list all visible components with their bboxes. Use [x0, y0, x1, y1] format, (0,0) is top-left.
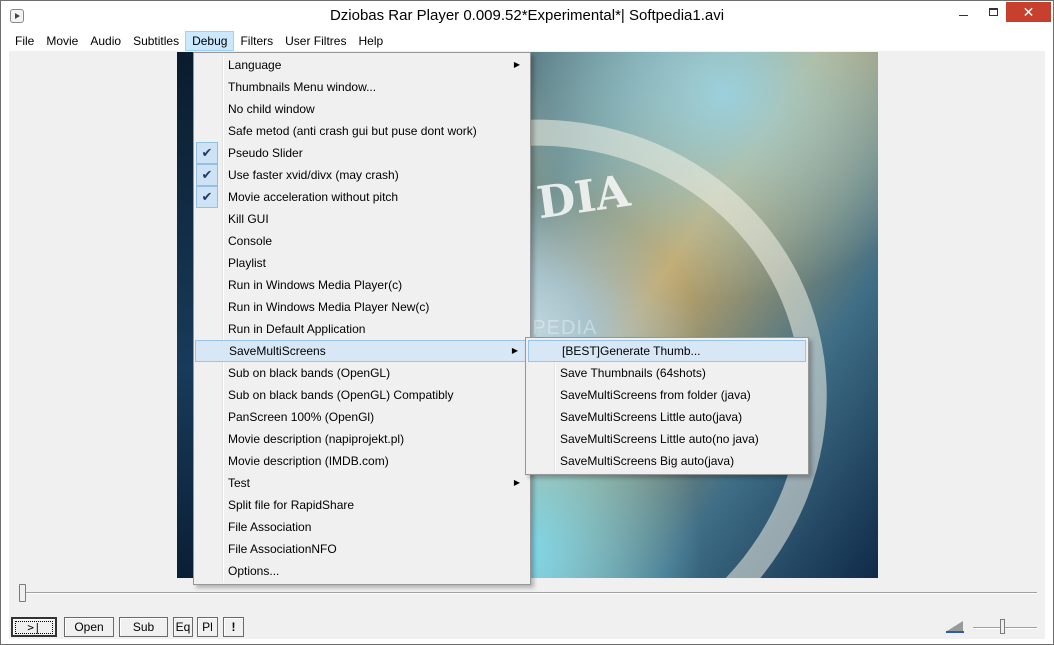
menu-item-label: Run in Windows Media Player New(c): [228, 300, 430, 314]
menu-filters[interactable]: Filters: [234, 31, 279, 51]
debug-menu-item-file-associationnfo[interactable]: File AssociationNFO: [194, 538, 530, 560]
checkmark-icon: ✔: [196, 186, 218, 208]
menu-item-label: File Association: [228, 520, 312, 534]
eq-button[interactable]: Eq: [173, 617, 193, 637]
menu-item-label: File AssociationNFO: [228, 542, 337, 556]
volume-icon[interactable]: [946, 619, 964, 635]
debug-menu-item-thumbnails-menu-window[interactable]: Thumbnails Menu window...: [194, 76, 530, 98]
menu-item-label: SaveMultiScreens from folder (java): [560, 388, 751, 402]
title-bar[interactable]: Dziobas Rar Player 0.009.52*Experimental…: [1, 1, 1053, 31]
sub-button[interactable]: Sub: [119, 617, 168, 637]
menu-item-label: Kill GUI: [228, 212, 269, 226]
debug-menu-item-test[interactable]: Test ▶: [194, 472, 530, 494]
menu-item-label: Pseudo Slider: [228, 146, 303, 160]
submenu-item-save-thumbnails-64shots[interactable]: Save Thumbnails (64shots): [526, 362, 808, 384]
menu-item-label: Playlist: [228, 256, 267, 270]
debug-menu-item-language[interactable]: Language ▶: [194, 54, 530, 76]
close-button[interactable]: ✕: [1006, 2, 1051, 22]
menu-user-filtres[interactable]: User Filtres: [279, 31, 352, 51]
seek-thumb[interactable]: [19, 584, 26, 602]
menu-movie[interactable]: Movie: [40, 31, 84, 51]
submenu-item-savemultiscreens-little-auto-java[interactable]: SaveMultiScreens Little auto(java): [526, 406, 808, 428]
video-overlay-text: DIA: [533, 165, 633, 230]
volume-track[interactable]: [973, 627, 1037, 629]
play-label: >|: [15, 620, 53, 634]
menu-item-label: SaveMultiScreens Big auto(java): [560, 454, 735, 468]
debug-menu-item-movie-description-imdb-com[interactable]: Movie description (IMDB.com): [194, 450, 530, 472]
open-button[interactable]: Open: [64, 617, 114, 637]
menu-item-label: PanScreen 100% (OpenGl): [228, 410, 375, 424]
menu-subtitles[interactable]: Subtitles: [127, 31, 185, 51]
submenu-item-savemultiscreens-from-folder-java[interactable]: SaveMultiScreens from folder (java): [526, 384, 808, 406]
menu-item-label: Sub on black bands (OpenGL) Compatibly: [228, 388, 454, 402]
window-title: Dziobas Rar Player 0.009.52*Experimental…: [329, 7, 725, 24]
debug-menu-item-safe-metod-anti-crash-gui-but-puse-dont-work[interactable]: Safe metod (anti crash gui but puse dont…: [194, 120, 530, 142]
menu-item-label: Movie acceleration without pitch: [228, 190, 399, 204]
debug-menu-item-run-in-windows-media-player-new-c[interactable]: Run in Windows Media Player New(c): [194, 296, 530, 318]
debug-menu-item-pseudo-slider[interactable]: ✔ Pseudo Slider: [194, 142, 530, 164]
debug-menu-item-playlist[interactable]: Playlist: [194, 252, 530, 274]
menu-item-label: Movie description (napiprojekt.pl): [228, 432, 405, 446]
menu-debug[interactable]: Debug: [185, 31, 235, 51]
menu-help[interactable]: Help: [352, 31, 389, 51]
menu-bar: File Movie Audio Subtitles Debug Filters…: [1, 31, 1053, 51]
debug-menu-item-kill-gui[interactable]: Kill GUI: [194, 208, 530, 230]
debug-menu-item-movie-description-napiprojekt-pl[interactable]: Movie description (napiprojekt.pl): [194, 428, 530, 450]
debug-menu-item-no-child-window[interactable]: No child window: [194, 98, 530, 120]
menu-item-label: Test: [228, 476, 251, 490]
seek-track[interactable]: [19, 592, 1037, 594]
menu-item-label: SaveMultiScreens Little auto(no java): [560, 432, 759, 446]
volume-thumb[interactable]: [1000, 619, 1005, 634]
menu-item-label: Run in Windows Media Player(c): [228, 278, 403, 292]
submenu-arrow-icon: ▶: [513, 478, 520, 487]
debug-menu-item-movie-acceleration-without-pitch[interactable]: ✔ Movie acceleration without pitch: [194, 186, 530, 208]
submenu-item-best-generate-thumb[interactable]: [BEST]Generate Thumb...: [528, 340, 806, 362]
debug-menu-item-savemultiscreens[interactable]: SaveMultiScreens ▶: [195, 340, 529, 362]
menu-item-label: SaveMultiScreens: [229, 344, 326, 358]
savemultiscreens-submenu: [BEST]Generate Thumb... Save Thumbnails (…: [525, 337, 809, 475]
submenu-arrow-icon: ▶: [511, 346, 518, 355]
play-button[interactable]: >|: [11, 617, 57, 637]
close-icon: ✕: [1022, 3, 1035, 20]
debug-menu-item-use-faster-xvid-divx-may-crash[interactable]: ✔ Use faster xvid/divx (may crash): [194, 164, 530, 186]
exclamation-button[interactable]: !: [223, 617, 244, 637]
menu-file[interactable]: File: [9, 31, 40, 51]
menu-audio[interactable]: Audio: [84, 31, 127, 51]
debug-menu: Language ▶ Thumbnails Menu window... No chi…: [193, 52, 531, 585]
submenu-item-savemultiscreens-big-auto-java[interactable]: SaveMultiScreens Big auto(java): [526, 450, 808, 472]
menu-item-label: Options...: [228, 564, 280, 578]
minimize-button[interactable]: [946, 2, 980, 22]
menu-item-label: Save Thumbnails (64shots): [560, 366, 706, 380]
app-window: Dziobas Rar Player 0.009.52*Experimental…: [0, 0, 1054, 645]
menu-item-label: Language: [228, 58, 282, 72]
debug-menu-item-sub-on-black-bands-opengl[interactable]: Sub on black bands (OpenGL): [194, 362, 530, 384]
submenu-item-savemultiscreens-little-auto-no-java[interactable]: SaveMultiScreens Little auto(no java): [526, 428, 808, 450]
debug-menu-item-panscreen-100-opengl[interactable]: PanScreen 100% (OpenGl): [194, 406, 530, 428]
menu-item-label: Use faster xvid/divx (may crash): [228, 168, 399, 182]
debug-menu-item-file-association[interactable]: File Association: [194, 516, 530, 538]
debug-menu-item-run-in-default-application[interactable]: Run in Default Application: [194, 318, 530, 340]
debug-menu-item-split-file-for-rapidshare[interactable]: Split file for RapidShare: [194, 494, 530, 516]
menu-item-label: Console: [228, 234, 273, 248]
menu-item-label: Sub on black bands (OpenGL): [228, 366, 391, 380]
menu-item-label: Split file for RapidShare: [228, 498, 355, 512]
checkmark-icon: ✔: [196, 142, 218, 164]
menu-item-label: Movie description (IMDB.com): [228, 454, 389, 468]
debug-menu-item-run-in-windows-media-player-c[interactable]: Run in Windows Media Player(c): [194, 274, 530, 296]
menu-item-label: [BEST]Generate Thumb...: [562, 344, 701, 358]
menu-item-label: Run in Default Application: [228, 322, 366, 336]
submenu-arrow-icon: ▶: [513, 60, 520, 69]
debug-menu-item-options[interactable]: Options...: [194, 560, 530, 582]
menu-item-label: SaveMultiScreens Little auto(java): [560, 410, 743, 424]
menu-item-label: Thumbnails Menu window...: [228, 80, 377, 94]
menu-item-label: Safe metod (anti crash gui but puse dont…: [228, 124, 477, 138]
minimize-icon: [958, 14, 968, 16]
maximize-icon: [988, 8, 998, 16]
maximize-button[interactable]: [980, 2, 1006, 22]
debug-menu-item-sub-on-black-bands-opengl-compatibly[interactable]: Sub on black bands (OpenGL) Compatibly: [194, 384, 530, 406]
checkmark-icon: ✔: [196, 164, 218, 186]
playlist-button[interactable]: Pl: [197, 617, 218, 637]
debug-menu-item-console[interactable]: Console: [194, 230, 530, 252]
menu-item-label: No child window: [228, 102, 315, 116]
